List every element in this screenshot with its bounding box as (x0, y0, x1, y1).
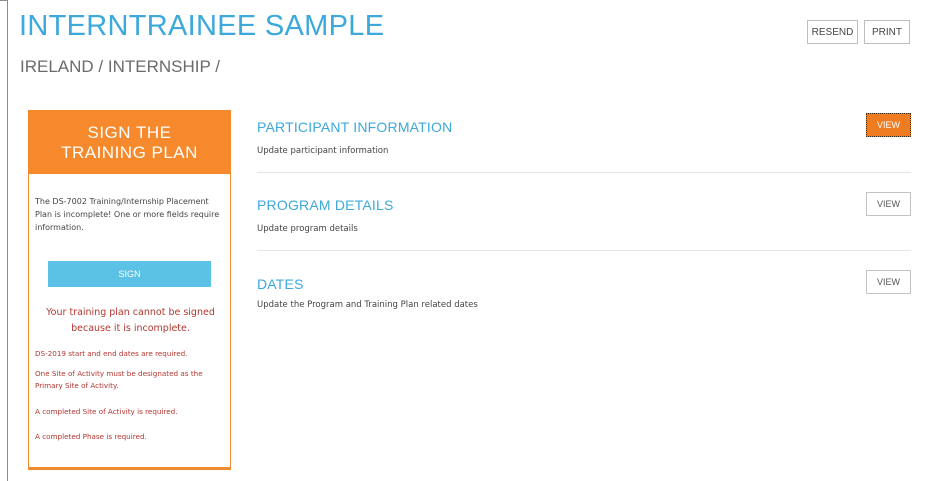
error-item: One Site of Activity must be designated … (35, 369, 203, 390)
section-divider (257, 172, 911, 173)
error-item: DS-2019 start and end dates are required… (35, 349, 188, 358)
view-program-details-button[interactable]: VIEW (866, 192, 911, 216)
error-item: A completed Site of Activity is required… (35, 407, 178, 416)
page-title: INTERNTRAINEE SAMPLE (19, 10, 385, 42)
window-left-border (7, 0, 8, 481)
breadcrumb: IRELAND / INTERNSHIP / (20, 57, 220, 76)
incomplete-error-message: Your training plan cannot be signed beca… (46, 307, 215, 334)
sign-panel-heading: SIGN THE TRAINING PLAN (29, 111, 230, 174)
view-participant-information-button[interactable]: VIEW (866, 113, 911, 137)
sign-training-plan-panel: SIGN THE TRAINING PLAN The DS-7002 Train… (28, 110, 231, 469)
section-divider (257, 250, 911, 251)
print-button[interactable]: PRINT (864, 20, 910, 44)
section-title-dates: DATES (257, 276, 304, 292)
view-dates-button[interactable]: VIEW (866, 270, 911, 294)
window-top-border (0, 0, 8, 1)
sign-panel-bottom-border (28, 467, 231, 470)
section-title-participant-information: PARTICIPANT INFORMATION (257, 119, 453, 135)
error-item: A completed Phase is required. (35, 432, 147, 441)
section-title-program-details: PROGRAM DETAILS (257, 197, 394, 213)
sign-panel-intro: The DS-7002 Training/Internship Placemen… (35, 197, 220, 232)
resend-button[interactable]: RESEND (807, 20, 858, 44)
sign-button[interactable]: SIGN (48, 261, 211, 287)
section-description: Update program details (257, 224, 358, 234)
section-description: Update the Program and Training Plan rel… (257, 300, 478, 310)
section-description: Update participant information (257, 146, 389, 156)
